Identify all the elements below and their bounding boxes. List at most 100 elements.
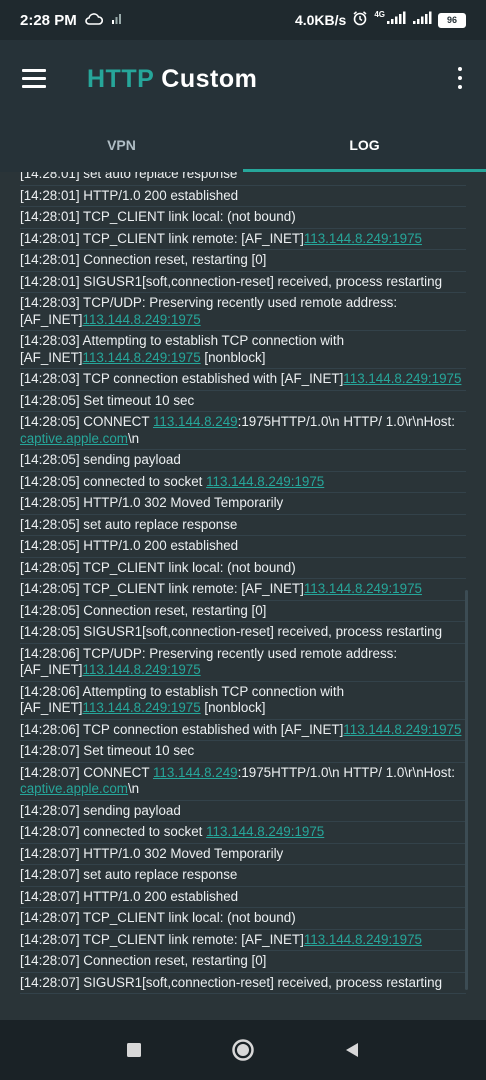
log-line: [14:28:01] TCP_CLIENT link remote: [AF_I… (20, 229, 466, 250)
log-address-link[interactable]: captive.apple.com (20, 781, 128, 796)
log-text: [14:28:07] CONNECT (20, 764, 153, 780)
log-text: [14:28:05] set auto replace response (20, 516, 238, 532)
log-text: [14:28:06] TCP connection established wi… (20, 721, 344, 737)
more-options-icon[interactable] (456, 67, 464, 91)
log-text: [14:28:05] SIGUSR1[soft,connection-reset… (20, 624, 443, 639)
log-line: [14:28:01] TCP_CLIENT link local: (not b… (20, 207, 466, 229)
log-address-link[interactable]: 113.144.8.249:1975 (206, 824, 324, 839)
log-line: [14:28:07] CONNECT 113.144.8.249:1975HTT… (20, 763, 466, 801)
log-address-link[interactable]: 113.144.8.249:1975 (206, 474, 324, 489)
log-panel[interactable]: [14:28:01] set auto replace response [14:… (0, 172, 486, 1020)
log-line: [14:28:05] HTTP/1.0 302 Moved Temporaril… (20, 493, 466, 515)
tab-bar: VPN LOG (0, 118, 486, 172)
log-line: [14:28:03] Attempting to establish TCP c… (20, 331, 466, 369)
app-bar: HTTP Custom (0, 40, 486, 118)
back-triangle-icon[interactable] (332, 1030, 372, 1070)
log-text: [14:28:07] SIGUSR1[soft,connection-reset… (20, 974, 443, 990)
log-address-link[interactable]: 113.144.8.249 (153, 414, 238, 429)
log-line: [14:28:07] SIGUSR1[soft,connection-reset… (20, 973, 466, 994)
log-text: [14:28:07] connected to socket (20, 824, 207, 839)
log-line: [14:28:01] Connection reset, restarting … (20, 250, 466, 272)
log-text: [14:28:01] SIGUSR1[soft,connection-reset… (20, 273, 443, 289)
log-text: [14:28:05] CONNECT (20, 414, 153, 429)
menu-icon[interactable] (22, 67, 52, 91)
log-address-link[interactable]: 113.144.8.249:1975 (83, 700, 201, 715)
log-line: [14:28:07] HTTP/1.0 200 established (20, 887, 466, 908)
log-line: [14:28:05] CONNECT 113.144.8.249:1975HTT… (20, 412, 466, 450)
log-address-link[interactable]: 113.144.8.249:1975 (343, 722, 461, 737)
log-line: [14:28:07] TCP_CLIENT link local: (not b… (20, 908, 466, 930)
log-text: [14:28:07] HTTP/1.0 200 established (20, 888, 239, 904)
log-text: [14:28:05] TCP_CLIENT link local: (not b… (20, 559, 296, 575)
log-text: [14:28:07] TCP_CLIENT link remote: [AF_I… (20, 931, 304, 947)
network-speed: 4.0KB/s (294, 12, 347, 28)
log-text: \n (127, 430, 140, 446)
log-text: [14:28:06] TCP/UDP: Preserving recently … (20, 645, 401, 678)
tab-vpn[interactable]: VPN (0, 118, 243, 172)
log-address-link[interactable]: captive.apple.com (20, 431, 128, 446)
log-line: [14:28:06] TCP/UDP: Preserving recently … (20, 644, 466, 682)
tab-log[interactable]: LOG (243, 118, 486, 172)
log-text: [14:28:01] TCP_CLIENT link local: (not b… (20, 209, 296, 224)
log-line: [14:28:06] TCP connection established wi… (20, 720, 466, 741)
log-address-link[interactable]: 113.144.8.249:1975 (83, 312, 201, 327)
log-text: [14:28:07] HTTP/1.0 302 Moved Temporaril… (20, 845, 284, 861)
log-line: [14:28:07] Set timeout 10 sec (20, 741, 466, 763)
log-line: [14:28:05] set auto replace response (20, 515, 466, 536)
log-text: [14:28:05] HTTP/1.0 302 Moved Temporaril… (20, 495, 284, 510)
signal-strength-2-icon (412, 11, 432, 29)
log-line: [14:28:01] SIGUSR1[soft,connection-reset… (20, 272, 466, 293)
log-address-link[interactable]: 113.144.8.249 (153, 765, 238, 780)
log-line: [14:28:01] HTTP/1.0 200 established (20, 186, 466, 207)
app-title-rest: Custom (153, 64, 258, 93)
signal-strength-icon (386, 11, 406, 29)
log-text: [14:28:05] TCP_CLIENT link remote: [AF_I… (20, 581, 304, 596)
log-text: [14:28:03] TCP/UDP: Preserving recently … (20, 295, 401, 327)
log-line: [14:28:05] connected to socket 113.144.8… (20, 472, 466, 493)
log-address-link[interactable]: 113.144.8.249:1975 (304, 581, 422, 596)
log-text: [14:28:01] HTTP/1.0 200 established (20, 187, 239, 203)
log-line: [14:28:06] Attempting to establish TCP c… (20, 682, 466, 720)
log-line: [14:28:07] Connection reset, restarting … (20, 951, 466, 973)
log-text: [14:28:05] sending payload (20, 452, 181, 467)
log-line: [14:28:05] TCP_CLIENT link remote: [AF_I… (20, 579, 466, 601)
log-text: :1975HTTP/1.0\n HTTP/ 1.0\r\nHost: (237, 764, 459, 780)
log-text: [14:28:05] HTTP/1.0 200 established (20, 538, 239, 553)
log-line: [14:28:07] TCP_CLIENT link remote: [AF_I… (20, 930, 466, 951)
navigation-bar (0, 1020, 486, 1080)
log-text: [nonblock] (200, 700, 266, 715)
log-text: :1975HTTP/1.0\n HTTP/ 1.0\r\nHost: (237, 414, 459, 429)
log-text: [14:28:05] Set timeout 10 sec (20, 392, 195, 408)
signal-no-service-icon (111, 11, 125, 29)
log-text: [14:28:01] set auto replace response (20, 172, 238, 181)
log-address-link[interactable]: 113.144.8.249:1975 (83, 350, 201, 365)
log-line: [14:28:05] SIGUSR1[soft,connection-reset… (20, 622, 466, 644)
recents-square-icon[interactable] (114, 1030, 154, 1070)
log-line: [14:28:07] sending payload (20, 801, 466, 822)
log-line: [14:28:07] set auto replace response (20, 865, 466, 887)
log-text: [14:28:07] Set timeout 10 sec (20, 743, 195, 758)
log-line: [14:28:05] HTTP/1.0 200 established (20, 536, 466, 558)
log-line: [14:28:05] Connection reset, restarting … (20, 601, 466, 622)
log-address-link[interactable]: 113.144.8.249:1975 (343, 371, 461, 386)
log-address-link[interactable]: 113.144.8.249:1975 (304, 932, 422, 947)
log-text: \n (127, 781, 140, 796)
status-time: 2:28 PM (20, 11, 77, 29)
log-text: [nonblock] (200, 349, 266, 365)
log-text: [14:28:07] Connection reset, restarting … (20, 953, 267, 968)
app-title-accent: HTTP (87, 64, 154, 93)
log-line: [14:28:03] TCP connection established wi… (20, 369, 466, 391)
log-text: [14:28:07] TCP_CLIENT link local: (not b… (20, 910, 296, 925)
log-text: [14:28:03] TCP connection established wi… (20, 371, 344, 386)
log-address-link[interactable]: 113.144.8.249:1975 (304, 231, 422, 246)
log-text: [14:28:01] TCP_CLIENT link remote: [AF_I… (20, 230, 304, 246)
app-title: HTTP Custom (87, 65, 257, 94)
log-text: [14:28:07] set auto replace response (20, 867, 238, 882)
log-line: [14:28:05] TCP_CLIENT link local: (not b… (20, 558, 466, 579)
log-text: [14:28:01] Connection reset, restarting … (20, 252, 267, 267)
log-address-link[interactable]: 113.144.8.249:1975 (83, 662, 201, 677)
scrollbar[interactable] (465, 590, 468, 990)
home-circle-icon[interactable] (223, 1030, 263, 1070)
battery-icon: 96 (438, 12, 466, 28)
log-list: [14:28:01] set auto replace response [14:… (0, 172, 486, 994)
